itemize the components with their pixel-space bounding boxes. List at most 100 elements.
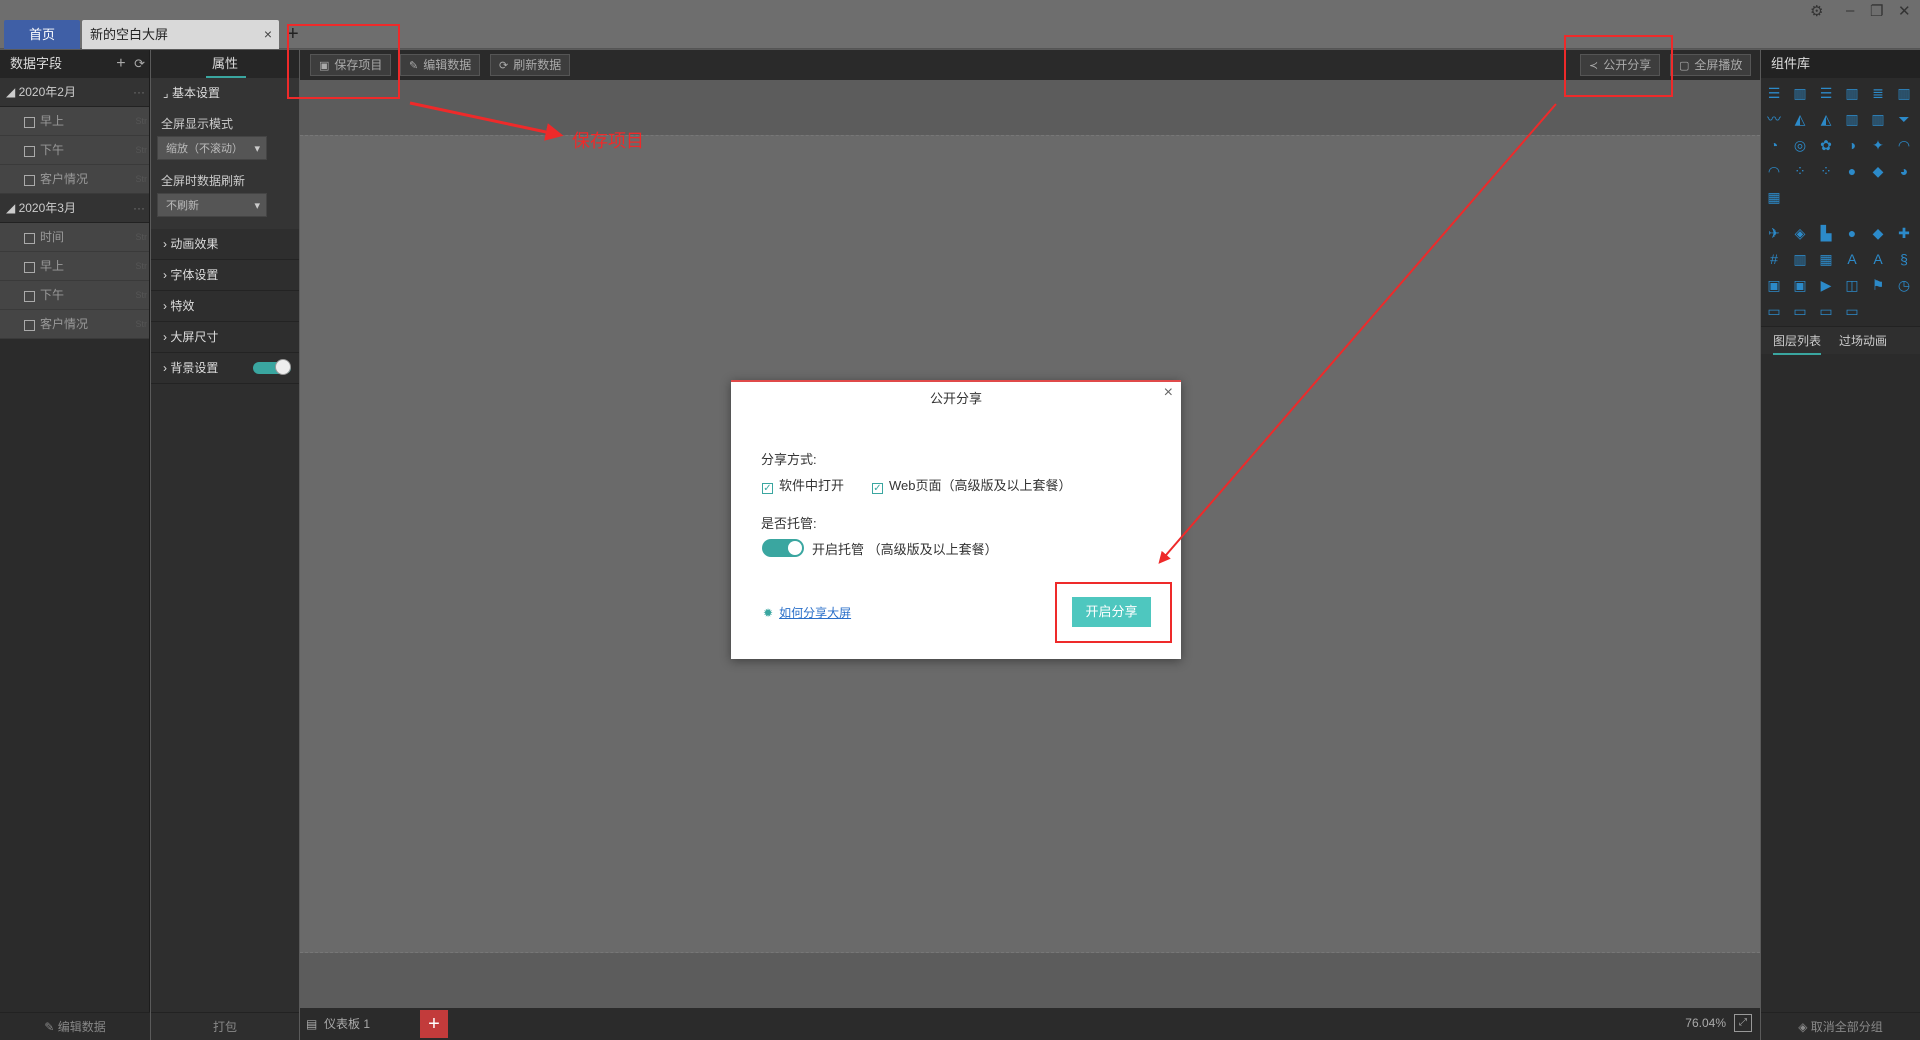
field-item[interactable]: 早上 Str [0,107,149,136]
media-icon[interactable]: ◫ [1843,276,1861,294]
number-icon[interactable]: # [1765,250,1783,268]
help-link[interactable]: ✹ 如何分享大屏 [763,604,851,621]
settings-icon[interactable]: ⚙ [1810,2,1823,20]
edit-data-button[interactable]: ✎ 编辑数据 [400,54,481,76]
text-effect-icon[interactable]: § [1895,250,1913,268]
dashboard-sheet-tab[interactable]: ▤ 仪表板 1 [304,1012,370,1036]
field-item[interactable]: 下午 Str [0,136,149,165]
text-box-icon[interactable]: A [1869,250,1887,268]
add-field-icon[interactable]: + [116,55,125,72]
line-chart-icon[interactable]: 〰 [1765,110,1783,128]
area-chart-icon[interactable]: ◭ [1817,110,1835,128]
frame-icon[interactable]: ▭ [1791,302,1809,320]
field-item[interactable]: 客户情况 Str [0,310,149,339]
more-icon[interactable]: ··· [133,78,145,107]
image-icon[interactable]: ▣ [1791,276,1809,294]
open-in-software-checkbox[interactable]: ✓ 软件中打开 [762,475,844,494]
funnel-chart-icon[interactable]: ⏷ [1895,110,1913,128]
cube-icon[interactable]: ◆ [1869,162,1887,180]
donut-chart-icon[interactable]: ◎ [1791,136,1809,154]
heatmap-icon[interactable]: ▦ [1765,188,1783,206]
cube-icon[interactable]: ◆ [1869,224,1887,242]
field-item[interactable]: 下午 Str [0,281,149,310]
section-effects[interactable]: › 特效 [151,291,299,322]
pie-chart-icon[interactable]: ◑ [1843,136,1861,154]
gauge-icon[interactable]: ◠ [1895,136,1913,154]
property-tab[interactable]: 属性 [151,50,299,78]
sheet-icon: ▤ [306,1017,318,1031]
frame-icon[interactable]: ▭ [1817,302,1835,320]
web-page-checkbox[interactable]: ✓ Web页面（高级版及以上套餐） [872,475,1072,494]
package-button[interactable]: 打包 [151,1012,299,1040]
column-chart-icon[interactable]: ▥ [1895,84,1913,102]
tab-home[interactable]: 首页 [4,20,80,49]
field-item[interactable]: 早上 Str [0,252,149,281]
refresh-data-button[interactable]: ⟳ 刷新数据 [490,54,571,76]
fit-screen-icon[interactable]: ⤢ [1734,1014,1752,1032]
tab-transitions[interactable]: 过场动画 [1839,327,1887,355]
tab-close-icon[interactable]: × [264,20,272,49]
restore-icon[interactable]: ❐ [1870,2,1883,20]
radar-chart-icon[interactable]: ✦ [1869,136,1887,154]
edit-data-footer-button[interactable]: ✎ 编辑数据 [0,1012,150,1040]
section-label: 特效 [170,299,195,313]
rose-chart-icon[interactable]: ✿ [1817,136,1835,154]
scatter-chart-icon[interactable]: ⁘ [1817,162,1835,180]
pie-chart-icon[interactable]: ◔ [1765,136,1783,154]
tab-new-screen[interactable]: 新的空白大屏 × [82,20,279,49]
section-label: 字体设置 [170,268,219,282]
refresh-select[interactable]: 不刷新 [157,193,267,218]
add-sheet-button[interactable]: + [420,1010,448,1038]
hosting-switch[interactable] [762,539,804,557]
map-icon[interactable]: ✈ [1765,224,1783,242]
trend-icon[interactable]: ▥ [1791,250,1809,268]
close-window-icon[interactable]: ✕ [1898,2,1911,20]
refresh-field-icon[interactable]: ⟳ [134,56,145,71]
world-map-icon[interactable]: ◈ [1791,224,1809,242]
tab-layer-list[interactable]: 图层列表 [1773,327,1822,355]
gauge-icon[interactable]: ◠ [1765,162,1783,180]
3d-bar-icon[interactable]: ▙ [1817,224,1835,242]
bar-chart-icon[interactable]: ☰ [1765,84,1783,102]
image-icon[interactable]: ▣ [1765,276,1783,294]
bubble-chart-icon[interactable]: ● [1843,162,1861,180]
close-icon[interactable]: × [1164,384,1173,402]
field-group[interactable]: ◢ 2020年3月 ··· [0,194,149,223]
fullscreen-mode-select[interactable]: 缩放（不滚动） [157,136,267,161]
bar-chart-icon[interactable]: ☰ [1817,84,1835,102]
puzzle-icon[interactable]: ✚ [1895,224,1913,242]
field-item[interactable]: 时间 Str [0,223,149,252]
clock-icon[interactable]: ◷ [1895,276,1913,294]
more-icon[interactable]: ··· [133,194,145,223]
help-link-text[interactable]: 如何分享大屏 [779,606,851,620]
text-icon[interactable]: A [1843,250,1861,268]
list-chart-icon[interactable]: ≣ [1869,84,1887,102]
flag-icon[interactable]: ⚑ [1869,276,1887,294]
table-icon[interactable]: ▦ [1817,250,1835,268]
field-item-label: 早上 [40,114,65,128]
fullscreen-play-button[interactable]: ▢ 全屏播放 [1670,54,1752,76]
globe-icon[interactable]: ● [1843,224,1861,242]
section-screen-size[interactable]: › 大屏尺寸 [151,322,299,353]
pie-chart-icon[interactable]: ◕ [1895,162,1913,180]
combo-chart-icon[interactable]: ▥ [1869,110,1887,128]
frame-icon[interactable]: ▭ [1765,302,1783,320]
column-chart-icon[interactable]: ▥ [1843,84,1861,102]
minimize-icon[interactable]: – [1846,2,1854,19]
section-background[interactable]: › 背景设置 [151,353,299,384]
field-group[interactable]: ◢ 2020年2月 ··· [0,78,149,107]
area-chart-icon[interactable]: ◭ [1791,110,1809,128]
combo-chart-icon[interactable]: ▥ [1843,110,1861,128]
field-item[interactable]: 客户情况 Str [0,165,149,194]
frame-icon[interactable]: ▭ [1843,302,1861,320]
column-chart-icon[interactable]: ▥ [1791,84,1809,102]
scatter-chart-icon[interactable]: ⁘ [1791,162,1809,180]
section-font[interactable]: › 字体设置 [151,260,299,291]
field-type-icon: Str [135,290,147,300]
fullscreen-icon: ▢ [1679,60,1690,72]
section-animation[interactable]: › 动画效果 [151,229,299,260]
section-basic-settings[interactable]: ⌟ 基本设置 [151,78,299,109]
video-icon[interactable]: ▶ [1817,276,1835,294]
field-type-icon: Str [135,145,147,155]
ungroup-all-button[interactable]: ◈ 取消全部分组 [1761,1012,1920,1040]
